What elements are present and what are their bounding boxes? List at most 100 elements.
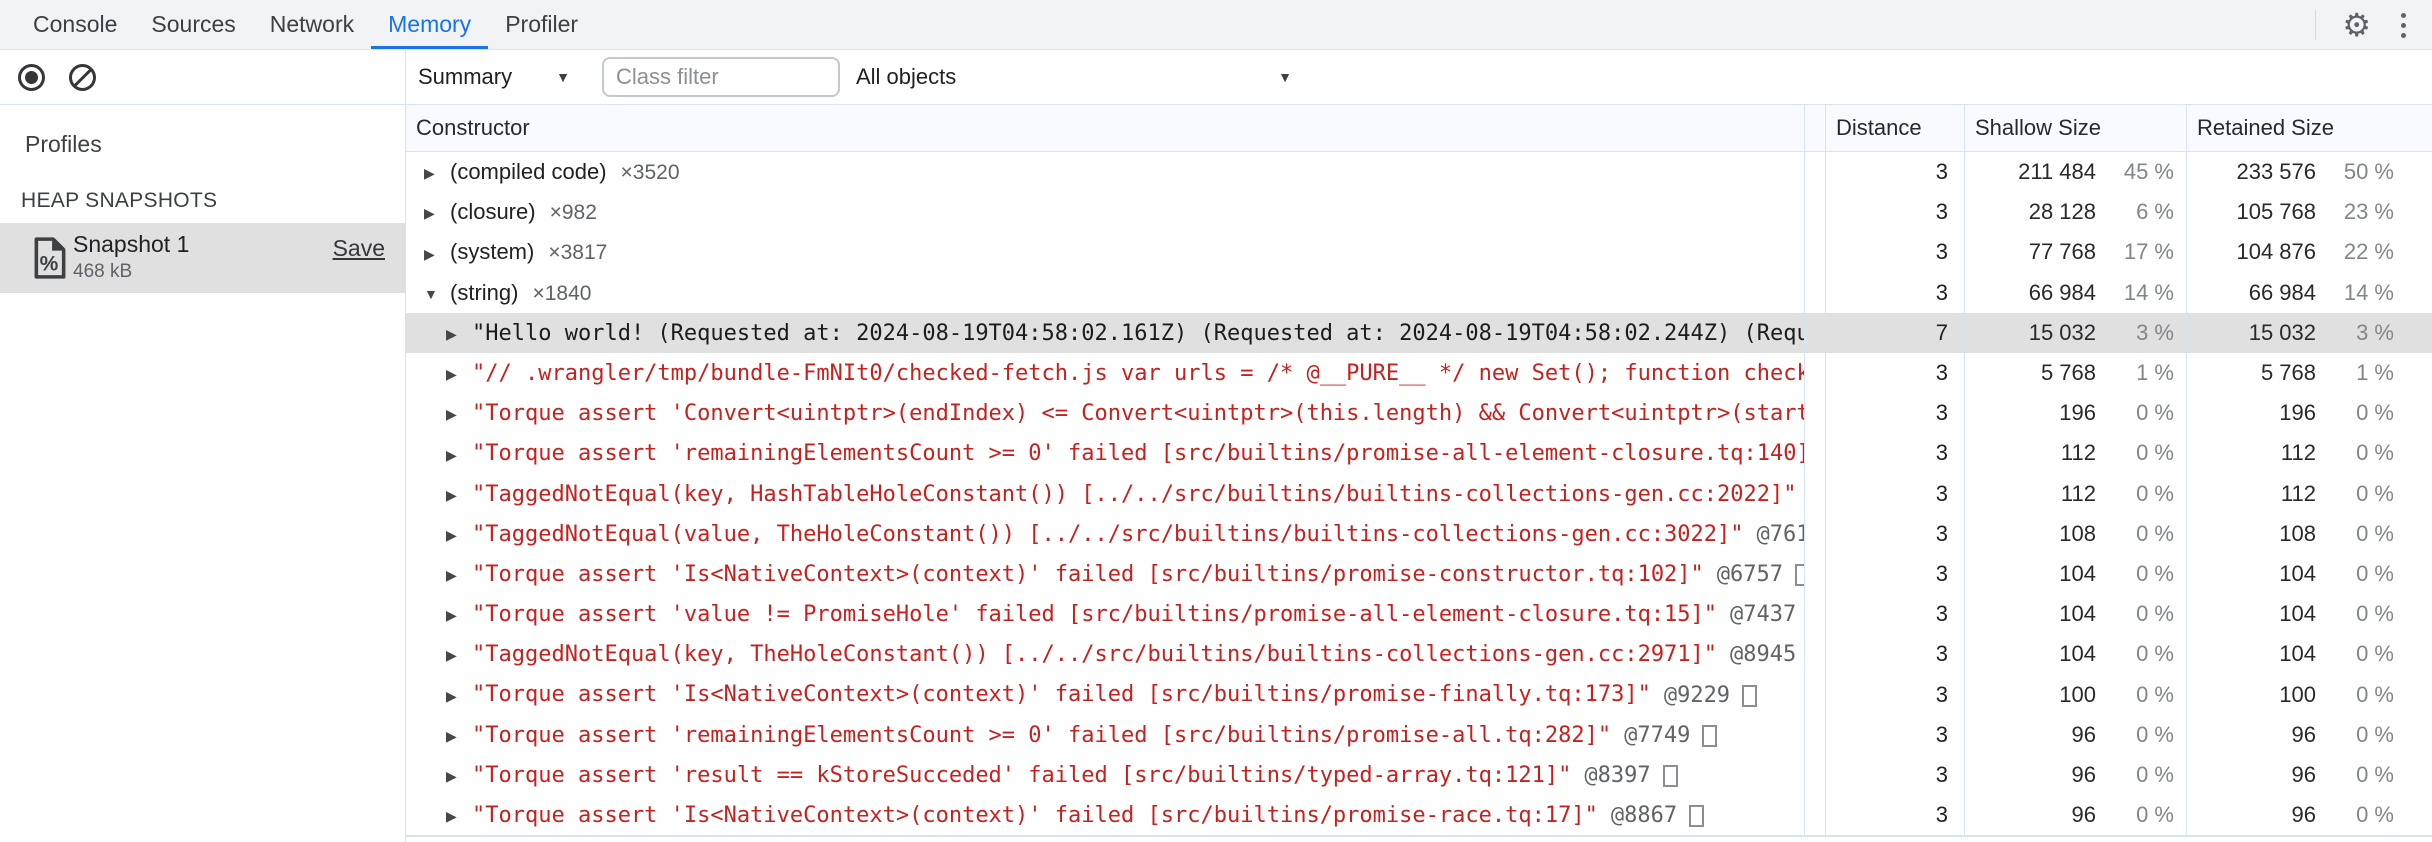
- table-row[interactable]: ▶ "Torque assert 'remainingElementsCount …: [406, 433, 2432, 474]
- retained-size-value: 5 768: [2260, 360, 2316, 386]
- memory-toolbar: Summary ▼ All objects ▼: [0, 50, 2432, 105]
- retained-size-value: 104: [2279, 560, 2316, 586]
- tab-console[interactable]: Console: [16, 0, 134, 49]
- triangle-right-icon[interactable]: ▶: [446, 475, 472, 514]
- shallow-size-percent: 0 %: [2136, 400, 2174, 426]
- table-row[interactable]: ▶ (compiled code) ×3520 3 211 484 45 % 233 576…: [406, 152, 2432, 193]
- tab-profiler[interactable]: Profiler: [488, 0, 595, 49]
- profiles-sidebar: Profiles HEAP SNAPSHOTS % Snapshot 1 468…: [0, 105, 406, 842]
- string-value: "TaggedNotEqual(value, TheHoleConstant()…: [472, 521, 1744, 547]
- shallow-size-value: 96: [2071, 802, 2096, 828]
- column-header-shallow-size[interactable]: Shallow Size: [1965, 105, 2187, 151]
- tab-memory[interactable]: Memory: [371, 0, 489, 49]
- perspective-select[interactable]: Summary ▼: [418, 64, 570, 90]
- triangle-right-icon[interactable]: ▶: [446, 314, 472, 353]
- settings-gear-icon[interactable]: ⚙: [2342, 9, 2371, 41]
- class-filter-input[interactable]: [602, 57, 840, 97]
- table-row[interactable]: ▶ "Torque assert 'Is<NativeContext>(conte…: [406, 674, 2432, 715]
- shallow-size-percent: 0 %: [2136, 520, 2174, 546]
- string-value: "Torque assert 'remainingElementsCount >…: [472, 722, 1612, 748]
- sidebar-item-snapshot-1[interactable]: % Snapshot 1 468 kB Save: [0, 223, 405, 293]
- table-row[interactable]: ▶ (closure) ×982 3 28 128 6 % 105 768 23 %: [406, 192, 2432, 233]
- triangle-right-icon[interactable]: ▶: [424, 153, 450, 192]
- shallow-size-value: 96: [2071, 761, 2096, 787]
- shallow-size-percent: 0 %: [2136, 802, 2174, 828]
- table-row[interactable]: ▶ (system) ×3817 3 77 768 17 % 104 876 22 %: [406, 232, 2432, 273]
- retained-size-percent: 0 %: [2356, 440, 2394, 466]
- table-row[interactable]: ▼ (string) ×1840 3 66 984 14 % 66 984 14 %: [406, 272, 2432, 313]
- record-heap-snapshot-button[interactable]: [18, 63, 45, 91]
- more-options-icon[interactable]: [2401, 12, 2406, 38]
- string-value: "Torque assert 'value != PromiseHole' fa…: [472, 602, 1718, 628]
- clear-profiles-button[interactable]: [69, 63, 96, 91]
- shallow-size-value: 112: [2060, 480, 2096, 506]
- grid-toolbar: Summary ▼ All objects ▼: [406, 50, 2432, 104]
- tab-sources[interactable]: Sources: [134, 0, 252, 49]
- retained-size-value: 96: [2291, 802, 2316, 828]
- shallow-size-percent: 1 %: [2136, 360, 2174, 386]
- triangle-down-icon[interactable]: ▼: [424, 274, 450, 313]
- constructor-name: (string): [450, 279, 519, 305]
- shallow-size-percent: 0 %: [2136, 721, 2174, 747]
- retained-size-percent: 0 %: [2356, 601, 2394, 627]
- shallow-size-percent: 17 %: [2123, 239, 2174, 265]
- triangle-right-icon[interactable]: ▶: [446, 515, 472, 554]
- distance-value: 3: [1826, 513, 1965, 554]
- shallow-size-value: 15 032: [2028, 319, 2096, 345]
- triangle-right-icon[interactable]: ▶: [446, 635, 472, 674]
- object-id: @6757: [1716, 562, 1784, 588]
- table-row[interactable]: ▶ "TaggedNotEqual(key, HashTableHoleConst…: [406, 473, 2432, 514]
- triangle-right-icon[interactable]: ▶: [446, 555, 472, 594]
- object-id: @8945: [1730, 642, 1797, 668]
- triangle-right-icon[interactable]: ▶: [424, 234, 450, 273]
- table-row[interactable]: ▶ "Torque assert 'value != PromiseHole' f…: [406, 594, 2432, 635]
- shallow-size-percent: 6 %: [2136, 199, 2174, 225]
- base-snapshot-select-label: All objects: [856, 64, 957, 89]
- shallow-size-value: 104: [2059, 641, 2096, 667]
- base-snapshot-select[interactable]: All objects ▼: [856, 64, 1292, 90]
- retained-size-percent: 0 %: [2356, 802, 2394, 828]
- profiles-toolbar: [0, 50, 406, 104]
- distance-value: 7: [1826, 312, 1965, 353]
- object-id: @8397: [1584, 763, 1651, 788]
- triangle-right-icon[interactable]: ▶: [446, 796, 472, 835]
- shallow-size-value: 196: [2059, 400, 2096, 426]
- column-header-retained-size[interactable]: Retained Size: [2187, 105, 2432, 151]
- shallow-size-percent: 45 %: [2123, 159, 2174, 185]
- column-header-distance[interactable]: Distance: [1826, 105, 1965, 151]
- heap-snapshots-section-label: HEAP SNAPSHOTS: [21, 189, 218, 212]
- triangle-right-icon[interactable]: ▶: [446, 435, 472, 474]
- triangle-right-icon[interactable]: ▶: [446, 676, 472, 715]
- retained-size-value: 100: [2279, 681, 2316, 707]
- instance-count: ×982: [549, 201, 597, 225]
- triangle-right-icon[interactable]: ▶: [446, 354, 472, 393]
- table-row[interactable]: ▶ "Torque assert 'Is<NativeContext>(conte…: [406, 553, 2432, 595]
- retained-size-percent: 0 %: [2356, 721, 2394, 747]
- table-row[interactable]: ▶ "Torque assert 'Convert<uintptr>(endInd…: [406, 393, 2432, 434]
- save-link[interactable]: Save: [333, 235, 385, 262]
- retained-size-value: 112: [2280, 480, 2316, 506]
- triangle-right-icon[interactable]: ▶: [446, 595, 472, 634]
- table-row[interactable]: ▶ "TaggedNotEqual(key, TheHoleConstant())…: [406, 634, 2432, 675]
- triangle-right-icon[interactable]: ▶: [446, 716, 472, 755]
- table-row[interactable]: ▶ "Torque assert 'Is<NativeContext>(conte…: [406, 795, 2432, 836]
- constructor-name: (compiled code): [450, 159, 607, 184]
- distance-value: 3: [1826, 634, 1965, 675]
- retained-size-value: 96: [2291, 761, 2316, 787]
- string-value: "TaggedNotEqual(key, TheHoleConstant()) …: [472, 642, 1718, 668]
- tab-network[interactable]: Network: [253, 0, 371, 49]
- table-row[interactable]: ▶ "// .wrangler/tmp/bundle-FmNIt0/checked…: [406, 352, 2432, 394]
- table-row[interactable]: ▶ "Hello world! (Requested at: 2024-08-19…: [406, 312, 2432, 353]
- shallow-size-percent: 3 %: [2136, 319, 2174, 345]
- distance-value: 3: [1826, 272, 1965, 313]
- svg-text:%: %: [40, 253, 59, 276]
- distance-value: 3: [1826, 714, 1965, 755]
- column-header-constructor[interactable]: Constructor: [406, 105, 1805, 151]
- triangle-right-icon[interactable]: ▶: [446, 756, 472, 795]
- table-row[interactable]: ▶ "Torque assert 'remainingElementsCount …: [406, 714, 2432, 755]
- triangle-right-icon[interactable]: ▶: [446, 394, 472, 433]
- table-row[interactable]: ▶ "TaggedNotEqual(value, TheHoleConstant(…: [406, 513, 2432, 554]
- table-row[interactable]: ▶ "Torque assert 'result == kStoreSuccede…: [406, 754, 2432, 795]
- distance-value: 3: [1826, 795, 1965, 836]
- triangle-right-icon[interactable]: ▶: [424, 193, 450, 232]
